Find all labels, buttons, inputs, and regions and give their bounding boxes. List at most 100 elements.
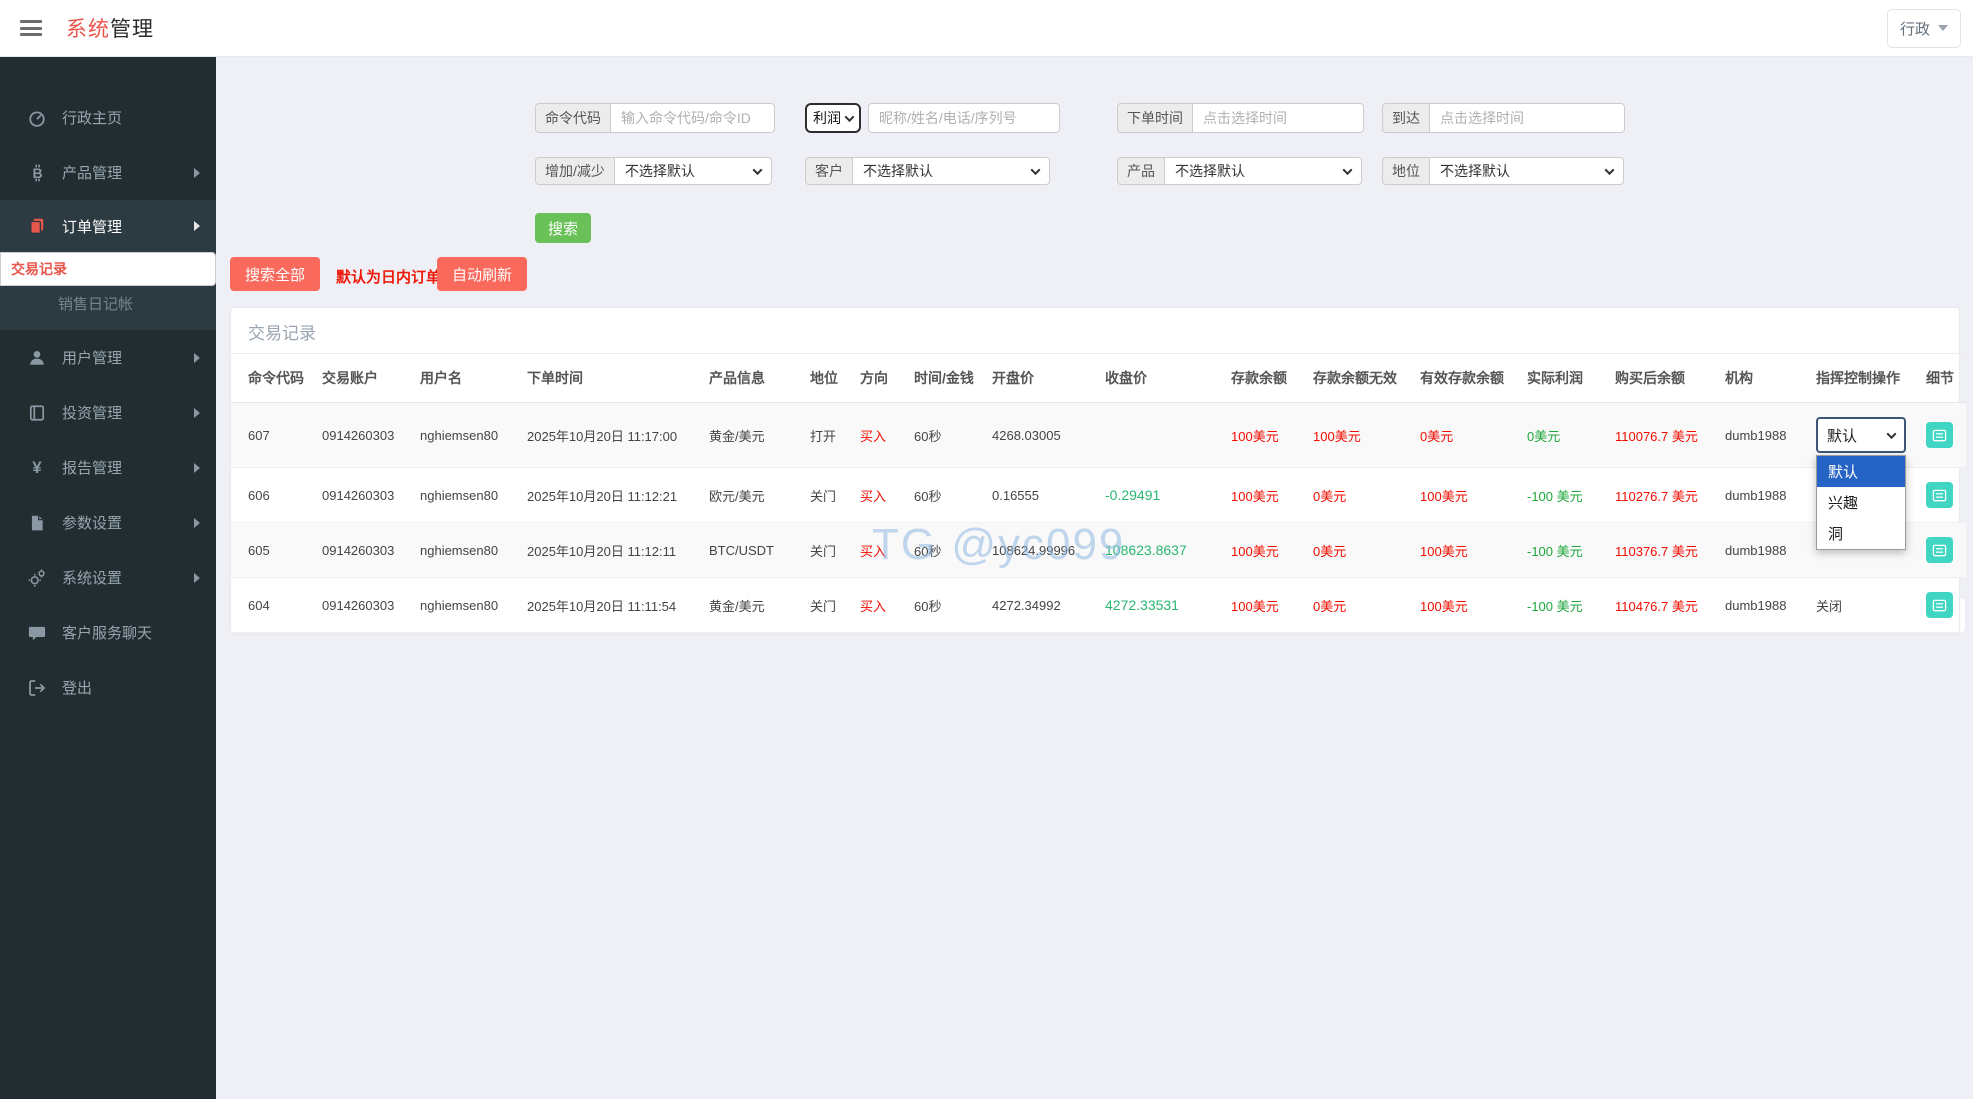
column-header: 用户名 xyxy=(414,353,521,403)
search-button[interactable]: 搜索 xyxy=(535,213,592,243)
app-title-dark: 管理 xyxy=(110,18,154,41)
cell-detail xyxy=(1920,467,1966,523)
column-header: 收盘价 xyxy=(1099,353,1225,403)
chevron-right-icon xyxy=(194,352,200,363)
product-select[interactable]: 不选择默认 xyxy=(1164,157,1362,185)
user-menu-label: 行政 xyxy=(1899,20,1930,38)
cell-close-price: -0.29491 xyxy=(1099,467,1225,523)
sidebar-subitem-sales-journal[interactable]: 销售日记帐 xyxy=(0,286,216,320)
sidebar-item-users[interactable]: 用户管理 xyxy=(0,330,216,385)
arrival-time-input[interactable] xyxy=(1429,103,1625,133)
cell-balance-after: 110276.7 美元 xyxy=(1609,467,1719,523)
sidebar-item-reports[interactable]: ¥ 报告管理 xyxy=(0,440,216,495)
dropdown-option[interactable]: 兴趣 xyxy=(1817,487,1905,518)
filter-increase-decrease: 增加/减少 不选择默认 xyxy=(535,157,772,185)
sidebar-item-admin-home[interactable]: 行政主页 xyxy=(0,90,216,145)
cell-profit: -100 美元 xyxy=(1521,522,1609,578)
sidebar-item-orders[interactable]: 订单管理 xyxy=(0,200,216,252)
cell-open-price: 4272.34992 xyxy=(986,577,1099,633)
order-time-input[interactable] xyxy=(1192,103,1364,133)
sidebar-item-system-settings[interactable]: 系统设置 xyxy=(0,550,216,605)
cell-profit: -100 美元 xyxy=(1521,577,1609,633)
cell-product: 黄金/美元 xyxy=(703,402,804,468)
cell-agency: dumb1988 xyxy=(1719,577,1810,633)
cell-deposit-valid: 100美元 xyxy=(1414,522,1521,578)
filter-position: 地位 不选择默认 xyxy=(1382,157,1624,185)
chevron-down-icon xyxy=(1886,428,1897,439)
sidebar-item-label: 投资管理 xyxy=(62,405,123,422)
sidebar: 行政主页 B 产品管理 订单管理 交易记录 销售日记帐 用户管理 投资管理 ¥ … xyxy=(0,57,216,1099)
detail-button[interactable] xyxy=(1926,482,1953,508)
cell-username: nghiemsen80 xyxy=(414,467,521,523)
cell-profit: -100 美元 xyxy=(1521,467,1609,523)
control-select[interactable]: 默认 xyxy=(1816,417,1906,453)
search-all-button[interactable]: 搜索全部 xyxy=(230,257,321,291)
table-header-row: 命令代码 交易账户 用户名 下单时间 产品信息 地位 方向 时间/金钱 开盘价 … xyxy=(231,353,1966,403)
filter-arrival-time: 到达 xyxy=(1382,103,1625,133)
dropdown-option[interactable]: 洞 xyxy=(1817,518,1905,549)
cell-product: 欧元/美元 xyxy=(703,467,804,523)
filter-label: 增加/减少 xyxy=(535,157,614,185)
cell-deposit-valid: 100美元 xyxy=(1414,577,1521,633)
cell-close-price: 4272.33531 xyxy=(1099,577,1225,633)
cell-duration: 60秒 xyxy=(908,522,986,578)
cell-order-time: 2025年10月20日 11:12:21 xyxy=(521,467,703,523)
user-menu-button[interactable]: 行政 xyxy=(1886,8,1961,48)
cell-username: nghiemsen80 xyxy=(414,522,521,578)
cell-direction: 买入 xyxy=(854,577,908,633)
chevron-down-icon xyxy=(844,111,855,122)
sidebar-item-label: 产品管理 xyxy=(62,165,123,182)
sidebar-item-parameters[interactable]: 参数设置 xyxy=(0,495,216,550)
cell-command-id: 604 xyxy=(231,577,316,633)
filter-command-code: 命令代码 xyxy=(535,103,775,133)
auto-refresh-button[interactable]: 自动刷新 xyxy=(437,257,528,291)
cell-agency: dumb1988 xyxy=(1719,467,1810,523)
logout-icon xyxy=(26,679,48,697)
cell-deposit: 100美元 xyxy=(1225,522,1307,578)
column-header: 指挥控制操作 xyxy=(1810,353,1920,403)
sidebar-subitem-label: 销售日记帐 xyxy=(58,295,134,313)
sidebar-item-products[interactable]: B 产品管理 xyxy=(0,145,216,200)
trade-records-table: 命令代码 交易账户 用户名 下单时间 产品信息 地位 方向 时间/金钱 开盘价 … xyxy=(231,353,1966,633)
profit-select[interactable]: 利润 xyxy=(805,103,861,133)
column-header: 存款余额无效 xyxy=(1307,353,1414,403)
sidebar-item-customer-chat[interactable]: 客户服务聊天 xyxy=(0,605,216,660)
detail-button[interactable] xyxy=(1926,422,1953,448)
cell-detail xyxy=(1920,522,1966,578)
sidebar-item-label: 系统设置 xyxy=(62,570,123,587)
filter-label: 下单时间 xyxy=(1117,103,1192,133)
cell-detail xyxy=(1920,577,1966,633)
column-header: 产品信息 xyxy=(703,353,804,403)
detail-button[interactable] xyxy=(1926,592,1953,618)
filter-profit-search: 利润 xyxy=(805,103,1060,133)
nickname-search-input[interactable] xyxy=(868,103,1060,133)
chevron-down-icon xyxy=(1030,164,1041,175)
cell-close-price: 108623.8637 xyxy=(1099,522,1225,578)
command-code-input[interactable] xyxy=(610,103,775,133)
sidebar-item-label: 登出 xyxy=(62,680,93,697)
sidebar-subitem-trade-records[interactable]: 交易记录 xyxy=(0,252,216,286)
chevron-right-icon xyxy=(194,167,200,178)
customer-select[interactable]: 不选择默认 xyxy=(852,157,1050,185)
cell-deposit: 100美元 xyxy=(1225,577,1307,633)
table-row: 604 0914260303 nghiemsen80 2025年10月20日 1… xyxy=(231,577,1966,633)
position-select[interactable]: 不选择默认 xyxy=(1429,157,1624,185)
cell-duration: 60秒 xyxy=(908,467,986,523)
hamburger-menu-icon[interactable] xyxy=(20,20,42,36)
file-icon xyxy=(26,514,48,532)
filter-label: 命令代码 xyxy=(535,103,610,133)
trade-records-panel: 交易记录 命令代码 交易账户 用户名 下单时间 产品信息 地位 方向 时间/金钱… xyxy=(230,307,1966,634)
increase-decrease-select[interactable]: 不选择默认 xyxy=(613,157,772,185)
column-header: 购买后余额 xyxy=(1609,353,1719,403)
cell-deposit-invalid: 0美元 xyxy=(1307,577,1414,633)
cell-position: 关门 xyxy=(804,522,854,578)
dropdown-option[interactable]: 默认 xyxy=(1817,456,1905,487)
sidebar-item-investments[interactable]: 投资管理 xyxy=(0,385,216,440)
detail-button[interactable] xyxy=(1926,537,1953,563)
gears-icon xyxy=(26,568,48,587)
sidebar-item-logout[interactable]: 登出 xyxy=(0,660,216,715)
filter-order-time: 下单时间 xyxy=(1117,103,1364,133)
cell-account: 0914260303 xyxy=(316,522,414,578)
cell-balance-after: 110076.7 美元 xyxy=(1609,402,1719,468)
list-icon xyxy=(1932,544,1947,556)
